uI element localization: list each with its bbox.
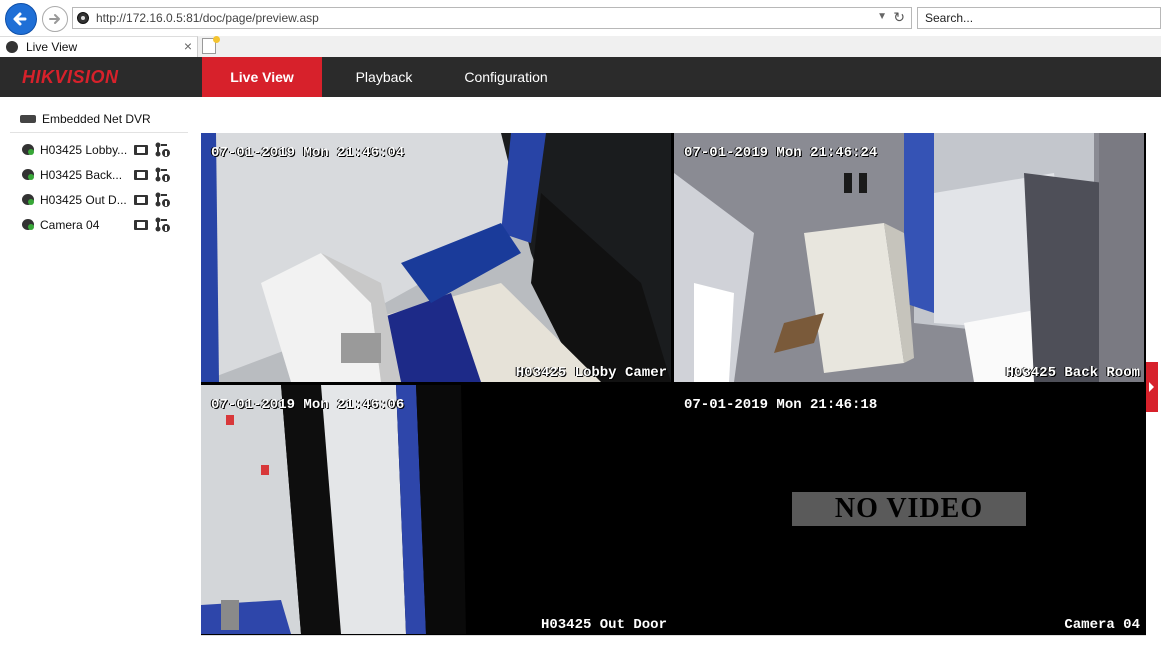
- tab-favicon-icon: [6, 41, 18, 53]
- hikvision-logo: HIKVISION: [22, 67, 119, 87]
- timestamp-overlay: 07-01-2019 Mon 21:46:24: [684, 145, 878, 161]
- new-tab-icon[interactable]: [202, 36, 220, 54]
- search-placeholder: Search...: [925, 11, 974, 25]
- camera-feed-image: [201, 133, 671, 382]
- dropdown-arrow-icon[interactable]: ▼: [877, 11, 887, 22]
- record-icon[interactable]: [134, 195, 148, 205]
- divider: [10, 132, 188, 133]
- camera-icon: [22, 219, 34, 230]
- site-favicon-icon: [77, 12, 89, 24]
- video-grid: 07-01-2019 Mon 21:46:04 H03425 Lobby Cam…: [201, 133, 1146, 635]
- device-sidebar: Embedded Net DVR H03425 Lobby... H03425 …: [0, 97, 200, 649]
- nav-playback[interactable]: Playback: [335, 57, 433, 97]
- camera-name-overlay: H03425 Out Door: [540, 617, 667, 633]
- record-icon[interactable]: [134, 170, 148, 180]
- live-view-toolbar: [201, 635, 1146, 649]
- tab-title: Live View: [26, 40, 78, 54]
- nav-configuration[interactable]: Configuration: [446, 57, 566, 97]
- browser-tab-bar: Live View ×: [0, 36, 1161, 57]
- no-video-label: NO VIDEO: [792, 492, 1026, 526]
- timestamp-overlay: 07-01-2019 Mon 21:46:18: [684, 397, 878, 413]
- url-text: http://172.16.0.5:81/doc/page/preview.as…: [96, 11, 319, 25]
- device-label: Embedded Net DVR: [42, 112, 151, 126]
- dvr-icon: [20, 115, 36, 123]
- stream-settings-icon[interactable]: [154, 167, 171, 183]
- stream-settings-icon[interactable]: [154, 217, 171, 233]
- camera-item-2[interactable]: H03425 Back...: [20, 166, 180, 184]
- camera-label: H03425 Lobby...: [40, 143, 128, 157]
- camera-item-4[interactable]: Camera 04: [20, 216, 180, 234]
- camera-name-overlay: H03425 Lobby Camer: [515, 365, 667, 381]
- camera-icon: [22, 169, 34, 180]
- camera-name-overlay: Camera 04: [1064, 617, 1140, 633]
- stream-settings-icon[interactable]: [154, 192, 171, 208]
- video-tile-4[interactable]: 07-01-2019 Mon 21:46:18 NO VIDEO Camera …: [674, 385, 1144, 634]
- app-header: HIKVISION Live View Playback Configurati…: [0, 57, 1161, 97]
- search-input[interactable]: Search...: [917, 7, 1161, 29]
- arrow-right-icon: [49, 14, 60, 24]
- forward-button[interactable]: [42, 6, 68, 32]
- browser-tab[interactable]: Live View ×: [0, 36, 198, 57]
- camera-icon: [22, 144, 34, 155]
- camera-label: Camera 04: [40, 218, 100, 232]
- record-icon[interactable]: [134, 220, 148, 230]
- record-icon[interactable]: [134, 145, 148, 155]
- timestamp-overlay: 07-01-2019 Mon 21:46:04: [211, 145, 405, 161]
- arrow-left-icon: [13, 12, 27, 26]
- back-button[interactable]: [5, 3, 37, 35]
- timestamp-overlay: 07-01-2019 Mon 21:46:06: [211, 397, 405, 413]
- camera-item-3[interactable]: H03425 Out D...: [20, 191, 180, 209]
- camera-item-1[interactable]: H03425 Lobby...: [20, 141, 180, 159]
- address-bar[interactable]: http://172.16.0.5:81/doc/page/preview.as…: [72, 7, 912, 29]
- stream-settings-icon[interactable]: [154, 142, 171, 158]
- nav-live-view[interactable]: Live View: [202, 57, 322, 97]
- browser-toolbar: http://172.16.0.5:81/doc/page/preview.as…: [0, 0, 1161, 36]
- collapse-panel-toggle[interactable]: [1146, 362, 1158, 412]
- camera-label: H03425 Back...: [40, 168, 123, 182]
- video-tile-3[interactable]: 07-01-2019 Mon 21:46:06 H03425 Out Door: [201, 385, 671, 634]
- camera-label: H03425 Out D...: [40, 193, 127, 207]
- camera-feed-image: [201, 385, 671, 634]
- camera-name-overlay: H03425 Back Room: [1005, 365, 1140, 381]
- video-tile-2[interactable]: 07-01-2019 Mon 21:46:24 H03425 Back Room: [674, 133, 1144, 382]
- camera-feed-image: [674, 133, 1144, 382]
- camera-icon: [22, 194, 34, 205]
- refresh-icon[interactable]: ↻: [893, 9, 905, 26]
- close-icon[interactable]: ×: [184, 38, 192, 54]
- video-tile-1[interactable]: 07-01-2019 Mon 21:46:04 H03425 Lobby Cam…: [201, 133, 671, 382]
